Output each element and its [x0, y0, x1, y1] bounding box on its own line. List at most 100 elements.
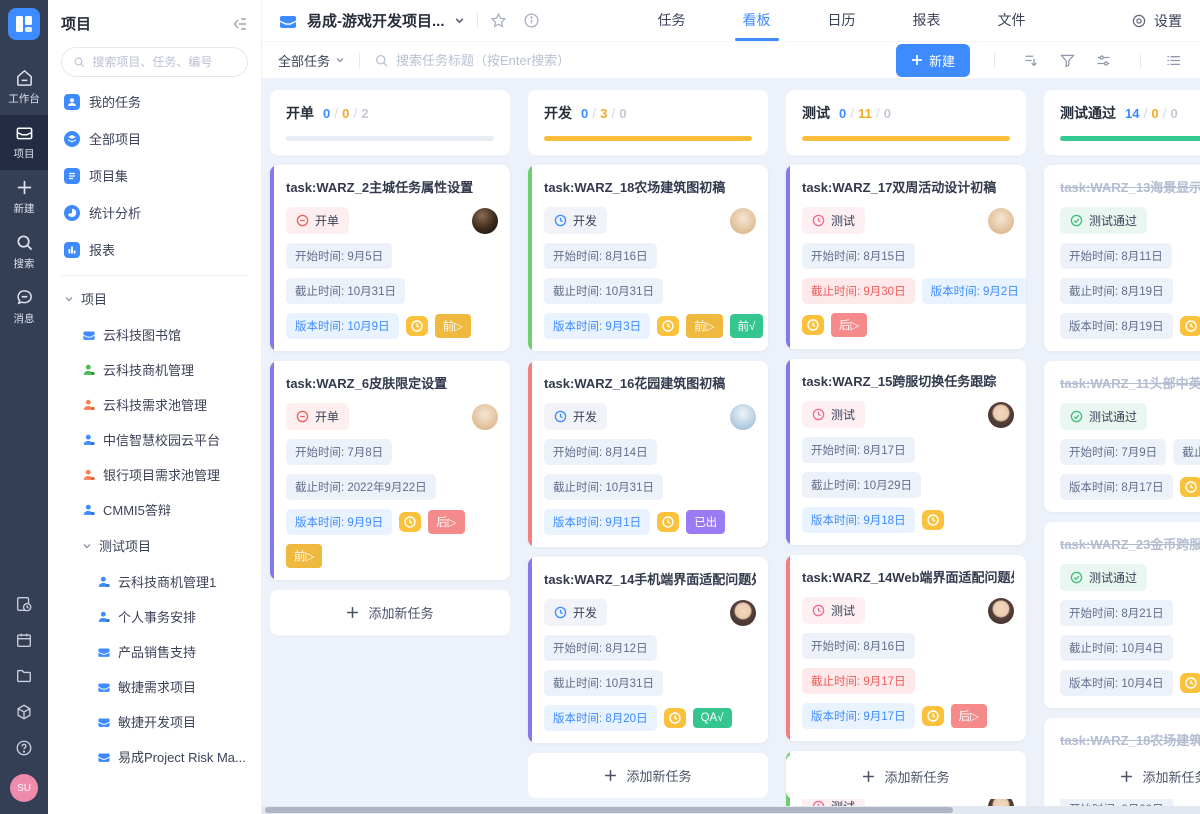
task-scope-dropdown[interactable]: 全部任务: [278, 51, 345, 70]
tab-kanban[interactable]: 看板: [743, 0, 771, 41]
assignee-avatar[interactable]: [472, 208, 498, 234]
help-icon[interactable]: [15, 730, 33, 766]
user-avatar[interactable]: SU: [10, 774, 38, 802]
task-card[interactable]: task:WARZ_14Web端界面适配问题处理 测试 开始时间: 8月16日 …: [786, 555, 1026, 741]
tab-files[interactable]: 文件: [998, 0, 1026, 41]
tab-reports[interactable]: 报表: [913, 0, 941, 41]
tree-item-project[interactable]: 云科技图书馆: [61, 317, 248, 352]
rail-item-label: 搜索: [14, 256, 35, 271]
briefcase-icon: [97, 645, 111, 659]
left-rail: 工作台 项目 新建 搜索 消息: [0, 0, 48, 814]
tree-item-project[interactable]: 敏捷需求项目: [61, 669, 248, 704]
scrollbar-thumb[interactable]: [265, 807, 953, 813]
task-search-input[interactable]: [396, 53, 656, 68]
rail-item-messages[interactable]: 消息: [0, 280, 48, 335]
task-card[interactable]: task:WARZ_15跨服切换任务跟踪 测试 开始时间: 8月17日 截止时间…: [786, 359, 1026, 545]
tree-group-projects[interactable]: 项目: [61, 280, 248, 317]
task-card[interactable]: task:WARZ_17双周活动设计初稿 测试 开始时间: 8月15日 截止时间…: [786, 165, 1026, 349]
task-search[interactable]: [374, 53, 884, 68]
sidebar-search[interactable]: [61, 47, 248, 77]
task-card[interactable]: task:WARZ_13海景显示任务跟踪 测试通过 开始时间: 8月11日 截止…: [1044, 165, 1200, 351]
column-header[interactable]: 开发 0/3/0: [528, 90, 768, 155]
tab-tasks[interactable]: 任务: [658, 0, 686, 41]
sort-icon[interactable]: [1023, 52, 1040, 69]
rail-item-workbench[interactable]: 工作台: [0, 60, 48, 115]
sidebar-item-analytics[interactable]: 统计分析: [61, 194, 248, 231]
assignee-avatar[interactable]: [988, 402, 1014, 428]
clock-tag-icon: [1180, 673, 1200, 693]
sidebar-item-project-sets[interactable]: 项目集: [61, 157, 248, 194]
add-task-button[interactable]: 添加新任务: [786, 754, 1026, 799]
sliders-icon[interactable]: [1095, 52, 1112, 69]
project-switcher[interactable]: 易成-游戏开发项目...: [278, 10, 465, 31]
star-icon[interactable]: [490, 12, 507, 29]
sidebar-item-all-projects[interactable]: 全部项目: [61, 120, 248, 157]
info-icon[interactable]: [523, 12, 540, 29]
version-date: 版本时间: 9月18日: [802, 507, 915, 533]
column-name: 开发: [544, 103, 572, 123]
tree-item-project[interactable]: 易成Project Risk Ma...: [61, 739, 248, 774]
assignee-avatar[interactable]: [988, 208, 1014, 234]
assignee-avatar[interactable]: [730, 208, 756, 234]
tree-item-project[interactable]: 银行项目需求池管理: [61, 457, 248, 492]
sidebar-item-reports[interactable]: 报表: [61, 231, 248, 268]
task-card[interactable]: task:WARZ_23金币跨服使 测试通过 开始时间: 8月21日 截止时间:…: [1044, 522, 1200, 708]
task-card[interactable]: task:WARZ_16花园建筑图初稿 开发 开始时间: 8月14日 截止时间:…: [528, 361, 768, 547]
task-card[interactable]: task:WARZ_14手机端界面适配问题处理 开发 开始时间: 8月12日 截…: [528, 557, 768, 743]
version-date: 版本时间: 9月3日: [544, 313, 650, 339]
tab-calendar[interactable]: 日历: [828, 0, 856, 41]
assignee-avatar[interactable]: [730, 600, 756, 626]
tree-item-project[interactable]: 中信智慧校园云平台: [61, 422, 248, 457]
tree-item-project[interactable]: 敏捷开发项目: [61, 704, 248, 739]
new-task-button[interactable]: 新建: [896, 44, 970, 77]
tree-group-test-projects[interactable]: 测试项目: [61, 527, 248, 564]
tree-item-project[interactable]: CMMI5答辩: [61, 492, 248, 527]
list-view-icon[interactable]: [1165, 52, 1182, 69]
task-title: task:WARZ_15跨服切换任务跟踪: [802, 371, 1014, 390]
tree-item-project[interactable]: 云科技需求池管理: [61, 387, 248, 422]
task-card[interactable]: task:WARZ_11头部中英文对 测试通过 开始时间: 7月9日 截止时间:…: [1044, 361, 1200, 512]
assignee-avatar[interactable]: [472, 404, 498, 430]
task-card[interactable]: task:WARZ_6皮肤限定设置 开单 开始时间: 7月8日 截止时间: 20…: [270, 361, 510, 580]
task-card[interactable]: task:WARZ_2主城任务属性设置 开单 开始时间: 9月5日 截止时间: …: [270, 165, 510, 351]
recent-tasks-icon[interactable]: [15, 586, 33, 622]
tree-item-project[interactable]: 云科技商机管理: [61, 352, 248, 387]
folder-icon[interactable]: [15, 658, 33, 694]
collapse-sidebar-icon[interactable]: [232, 16, 248, 32]
add-task-button[interactable]: 添加新任务: [270, 590, 510, 635]
task-card[interactable]: task:WARZ_18农场建筑图初稿 开发 开始时间: 8月16日 截止时间:…: [528, 165, 768, 351]
tree-item-project[interactable]: 云科技商机管理1: [61, 564, 248, 599]
due-date: 截止时间: 10月4日: [1060, 635, 1173, 661]
column-name: 测试通过: [1060, 103, 1116, 123]
task-title: task:WARZ_23金币跨服使: [1060, 534, 1200, 553]
tree-item-label: 个人事务安排: [118, 607, 196, 626]
assignee-avatar[interactable]: [988, 598, 1014, 624]
tree-item-project[interactable]: 产品销售支持: [61, 634, 248, 669]
tree-item-label: 云科技商机管理1: [118, 572, 216, 591]
tree-item-label: 云科技图书馆: [103, 325, 181, 344]
settings-button[interactable]: 设置: [1131, 11, 1182, 31]
column-header[interactable]: 开单 0/0/2: [270, 90, 510, 155]
column-header[interactable]: 测试 0/11/0: [786, 90, 1026, 155]
assignee-avatar[interactable]: [730, 404, 756, 430]
rail-item-new[interactable]: 新建: [0, 170, 48, 225]
sidebar-item-my-tasks[interactable]: 我的任务: [61, 83, 248, 120]
status-badge: 开发: [544, 599, 607, 626]
add-task-button[interactable]: 添加新任务: [528, 753, 768, 798]
column-header[interactable]: 测试通过 14/0/0: [1044, 90, 1200, 155]
briefcase-icon: [97, 680, 111, 694]
calendar-icon[interactable]: [15, 622, 33, 658]
tree-item-project[interactable]: 个人事务安排: [61, 599, 248, 634]
version-date: 版本时间: 8月19日: [1060, 313, 1173, 339]
horizontal-scrollbar: [262, 806, 1200, 814]
sidebar-search-input[interactable]: [92, 55, 236, 69]
clock-tag-icon: [657, 512, 679, 532]
app-logo[interactable]: [8, 8, 40, 40]
app-window: 工作台 项目 新建 搜索 消息: [0, 0, 1200, 814]
rail-item-projects[interactable]: 项目: [0, 115, 48, 170]
rail-item-search[interactable]: 搜索: [0, 225, 48, 280]
column-progress-bar: [286, 136, 494, 141]
package-icon[interactable]: [15, 694, 33, 730]
add-task-button[interactable]: 添加新任务: [1044, 754, 1200, 799]
filter-icon[interactable]: [1059, 52, 1076, 69]
